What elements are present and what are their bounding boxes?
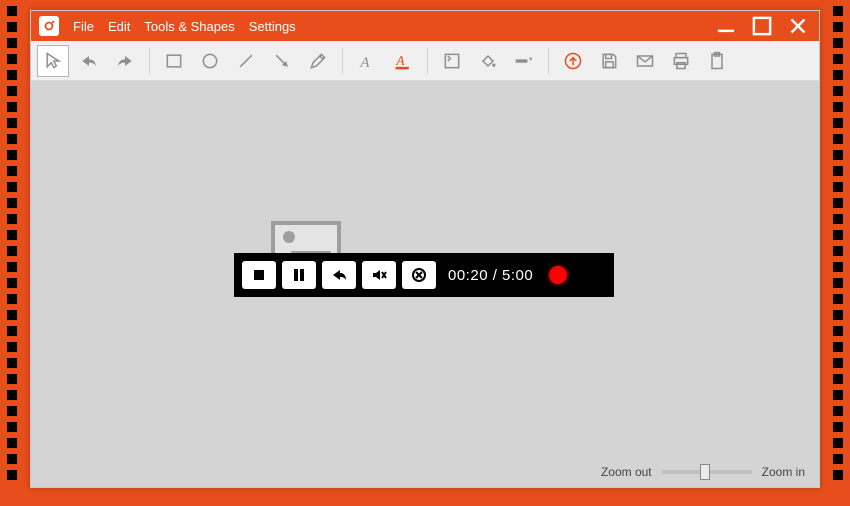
note-tool[interactable] [436,45,468,77]
svg-text:A: A [395,53,405,68]
menu-tools-shapes[interactable]: Tools & Shapes [144,19,234,34]
stop-button[interactable] [242,261,276,289]
app-logo-icon [39,16,59,36]
menu-settings[interactable]: Settings [249,19,296,34]
undo-button[interactable] [73,45,105,77]
arrow-tool[interactable] [266,45,298,77]
ellipse-tool[interactable] [194,45,226,77]
cancel-button[interactable] [402,261,436,289]
redo-button[interactable] [109,45,141,77]
menu-edit[interactable]: Edit [108,19,130,34]
zoom-slider-thumb[interactable] [700,464,710,480]
recording-player: 00:20 / 5:00 [234,253,614,297]
text-color-tool[interactable]: A [387,45,419,77]
zoom-in-label[interactable]: Zoom in [762,465,805,479]
rectangle-tool[interactable] [158,45,190,77]
editor-canvas[interactable]: 00:20 / 5:00 Zoom out Zoom in [31,81,819,487]
toolbar: A A [31,41,819,81]
menu-file[interactable]: File [73,19,94,34]
zoom-slider[interactable] [662,470,752,474]
close-button[interactable] [785,16,811,36]
player-time: 00:20 / 5:00 [448,267,533,284]
text-tool[interactable]: A [351,45,383,77]
save-button[interactable] [593,45,625,77]
clipboard-button[interactable] [701,45,733,77]
toolbar-separator [548,48,549,74]
titlebar: File Edit Tools & Shapes Settings [31,11,819,41]
email-button[interactable] [629,45,661,77]
svg-text:A: A [359,54,370,70]
upload-button[interactable] [557,45,589,77]
back-button[interactable] [322,261,356,289]
mute-button[interactable] [362,261,396,289]
zoom-controls: Zoom out Zoom in [601,465,805,479]
window-controls [713,16,811,36]
line-tool[interactable] [230,45,262,77]
toolbar-separator [342,48,343,74]
print-button[interactable] [665,45,697,77]
film-strip-left [6,0,18,506]
fill-tool[interactable] [472,45,504,77]
app-window: File Edit Tools & Shapes Settings [30,10,820,488]
line-weight-tool[interactable] [508,45,540,77]
pause-button[interactable] [282,261,316,289]
film-strip-right [832,0,844,506]
zoom-out-label[interactable]: Zoom out [601,465,652,479]
main-menu: File Edit Tools & Shapes Settings [73,19,296,34]
toolbar-separator [149,48,150,74]
recording-indicator-icon [549,266,567,284]
maximize-button[interactable] [749,16,775,36]
pointer-tool[interactable] [37,45,69,77]
toolbar-separator [427,48,428,74]
pencil-tool[interactable] [302,45,334,77]
minimize-button[interactable] [713,16,739,36]
